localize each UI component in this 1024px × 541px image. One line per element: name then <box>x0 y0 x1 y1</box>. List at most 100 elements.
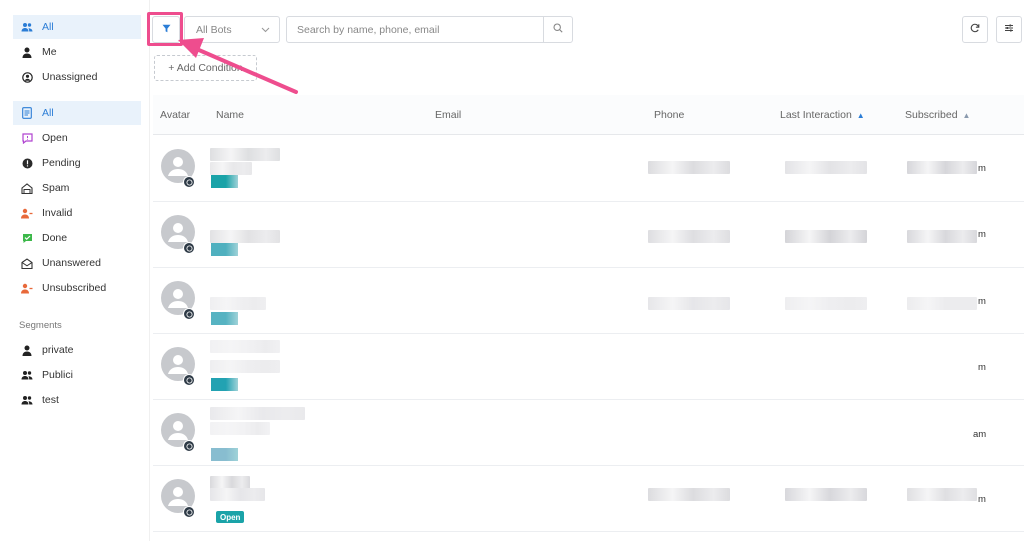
sidebar-item-label: Done <box>42 232 68 244</box>
search-icon <box>553 23 563 36</box>
sliders-icon <box>1004 23 1014 36</box>
whatsapp-icon <box>183 374 195 386</box>
subscribed-value: m <box>978 163 986 174</box>
redacted-value <box>210 162 252 175</box>
redacted-value <box>210 407 305 420</box>
table-row[interactable]: m <box>153 334 1024 400</box>
user-circle-icon <box>21 71 33 83</box>
redacted-value <box>907 488 977 501</box>
sidebar: All Me Unassigned All Open Pending Spam … <box>0 0 150 541</box>
segments-heading: Segments <box>19 320 62 331</box>
sidebar-item-unsubscribed[interactable]: Unsubscribed <box>13 276 141 300</box>
redacted-value <box>785 230 867 243</box>
sidebar-item-all-contacts[interactable]: All <box>13 15 141 39</box>
sidebar-item-label: Me <box>42 46 57 58</box>
sidebar-item-open[interactable]: Open <box>13 126 141 150</box>
column-label: Subscribed <box>905 109 958 121</box>
subscribed-value: m <box>978 494 986 505</box>
sidebar-item-label: Spam <box>42 182 70 194</box>
table-row[interactable]: m <box>153 136 1024 202</box>
sidebar-item-label: Unassigned <box>42 71 98 83</box>
user-unsubscribe-icon <box>21 282 33 294</box>
tag-chip <box>211 448 238 461</box>
redacted-value <box>210 340 280 353</box>
sidebar-item-spam[interactable]: Spam <box>13 176 141 200</box>
chevron-down-icon <box>261 24 270 36</box>
document-icon <box>21 107 33 119</box>
table-row[interactable]: am <box>153 400 1024 466</box>
subscribed-value: m <box>978 296 986 307</box>
bots-select[interactable]: All Bots <box>184 16 280 43</box>
sidebar-item-label: All <box>42 21 54 33</box>
sidebar-item-unassigned[interactable]: Unassigned <box>13 65 141 89</box>
sidebar-item-unanswered[interactable]: Unanswered <box>13 251 141 275</box>
users-icon <box>21 369 33 381</box>
table-row[interactable]: m <box>153 268 1024 334</box>
user-icon <box>21 344 33 356</box>
whatsapp-icon <box>183 176 195 188</box>
sidebar-item-label: All <box>42 107 54 119</box>
sidebar-item-segment-private[interactable]: private <box>13 338 141 362</box>
sidebar-item-segment-test[interactable]: test <box>13 388 141 412</box>
sidebar-item-label: Open <box>42 132 68 144</box>
redacted-value <box>210 488 265 501</box>
sidebar-item-label: Invalid <box>42 207 73 219</box>
chat-bubble-icon <box>21 132 33 144</box>
subscribed-value: am <box>973 429 987 440</box>
sidebar-item-status-all[interactable]: All <box>13 101 141 125</box>
column-name: Name <box>216 109 245 121</box>
redacted-value <box>210 148 280 161</box>
column-last-interaction[interactable]: Last Interaction ▲ <box>780 109 865 121</box>
column-settings-button[interactable] <box>996 16 1022 43</box>
sidebar-item-segment-publici[interactable]: Publici <box>13 363 141 387</box>
column-subscribed[interactable]: Subscribed ▲ <box>905 109 970 121</box>
redacted-value <box>785 488 867 501</box>
sidebar-item-pending[interactable]: Pending <box>13 151 141 175</box>
alert-icon <box>21 157 33 169</box>
redacted-value <box>907 161 977 174</box>
sidebar-item-done[interactable]: Done <box>13 226 141 250</box>
table-row[interactable]: m <box>153 202 1024 268</box>
tag-chip <box>211 175 238 188</box>
sidebar-item-label: Unanswered <box>42 257 101 269</box>
tag-chip <box>211 312 238 325</box>
redacted-value <box>210 297 266 310</box>
refresh-icon <box>970 23 980 36</box>
sidebar-item-label: Unsubscribed <box>42 282 107 294</box>
column-email: Email <box>435 109 462 121</box>
sidebar-item-me[interactable]: Me <box>13 40 141 64</box>
sort-icon: ▲ <box>962 110 971 120</box>
redacted-value <box>785 161 867 174</box>
whatsapp-icon <box>183 506 195 518</box>
users-icon <box>21 21 33 33</box>
whatsapp-icon <box>183 440 195 452</box>
refresh-button[interactable] <box>962 16 988 43</box>
redacted-value <box>907 297 977 310</box>
column-label: Last Interaction <box>780 109 852 121</box>
tag-chip <box>211 378 238 391</box>
table-row[interactable]: Open m <box>153 466 1024 532</box>
redacted-value <box>648 230 730 243</box>
tag-chip <box>211 243 238 256</box>
sidebar-item-label: Publici <box>42 369 73 381</box>
search-button[interactable] <box>543 17 572 42</box>
redacted-value <box>648 297 730 310</box>
sidebar-item-invalid[interactable]: Invalid <box>13 201 141 225</box>
subscribed-value: m <box>978 362 986 373</box>
whatsapp-icon <box>183 242 195 254</box>
toolbar: All Bots <box>152 14 1024 46</box>
subscribed-value: m <box>978 229 986 240</box>
column-phone: Phone <box>654 109 685 121</box>
spam-icon <box>21 182 33 194</box>
sort-icon: ▲ <box>856 110 865 120</box>
redacted-value <box>648 488 730 501</box>
table-header: Avatar Name Email Phone Last Interaction… <box>153 95 1024 135</box>
redacted-value <box>210 230 280 243</box>
search-input[interactable] <box>287 17 543 42</box>
column-avatar: Avatar <box>160 109 191 121</box>
whatsapp-icon <box>183 308 195 320</box>
bots-select-value: All Bots <box>196 23 232 36</box>
add-condition-button[interactable]: + Add Condition <box>154 55 257 81</box>
sidebar-item-label: private <box>42 344 74 356</box>
redacted-value <box>785 297 867 310</box>
